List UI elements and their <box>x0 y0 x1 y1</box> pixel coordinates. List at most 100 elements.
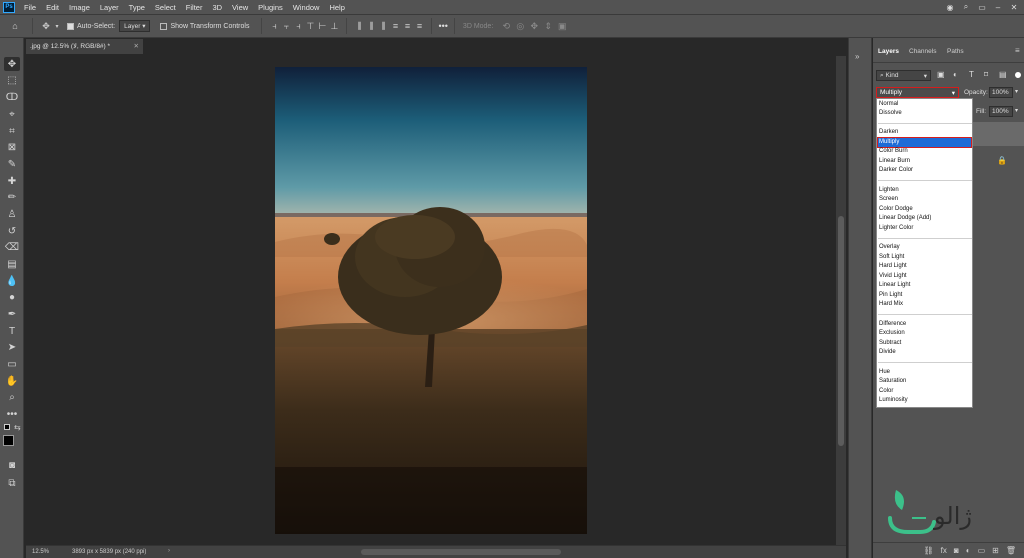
blend-option-darken[interactable]: Darken <box>878 128 971 137</box>
history-brush-tool-icon[interactable]: ↺ <box>4 224 20 238</box>
edit-toolbar-icon[interactable]: ••• <box>4 407 20 421</box>
distribute-left-icon[interactable]: ⫼ <box>353 21 365 32</box>
frame-tool-icon[interactable]: ⊠ <box>4 140 20 154</box>
menu-image[interactable]: Image <box>64 3 95 12</box>
delete-layer-icon[interactable]: 🗑 <box>1006 546 1016 555</box>
add-mask-icon[interactable]: ◙ <box>954 546 959 555</box>
document-canvas[interactable] <box>275 67 587 534</box>
move-tool-icon[interactable]: ✥ <box>39 21 53 32</box>
new-layer-icon[interactable]: ⊞ <box>992 546 999 555</box>
document-tab[interactable]: ‏.jpg @ 12.5% (لا, RGB/8#) * ✕ <box>26 39 143 54</box>
blend-option-dissolve[interactable]: Dissolve <box>878 109 971 118</box>
blend-mode-dropdown[interactable]: Multiply ▾ <box>876 87 959 98</box>
distribute-top-icon[interactable]: ≡ <box>389 21 401 31</box>
3d-slide-icon[interactable]: ⇕ <box>541 21 555 32</box>
menu-filter[interactable]: Filter <box>181 3 208 12</box>
foreground-color-swatch[interactable] <box>3 435 14 446</box>
fill-chevron-icon[interactable]: ▾ <box>1015 107 1018 114</box>
blend-option-saturation[interactable]: Saturation <box>878 377 971 386</box>
path-selection-tool-icon[interactable]: ➤ <box>4 340 20 354</box>
menu-select[interactable]: Select <box>150 3 181 12</box>
menu-window[interactable]: Window <box>288 3 325 12</box>
filter-type-icon[interactable]: T <box>969 70 974 79</box>
auto-select-dropdown[interactable]: Layer ▾ <box>119 20 151 32</box>
home-icon[interactable]: ⌂ <box>4 21 26 31</box>
filter-pixel-icon[interactable]: ▣ <box>937 70 945 79</box>
blend-option-color-dodge[interactable]: Color Dodge <box>878 205 971 214</box>
scrollbar-thumb[interactable] <box>838 216 844 446</box>
fill-input[interactable]: 100% <box>989 106 1013 117</box>
eyedropper-tool-icon[interactable]: ✎ <box>4 157 20 171</box>
menu-layer[interactable]: Layer <box>95 3 124 12</box>
pen-tool-icon[interactable]: ✒ <box>4 307 20 321</box>
filter-toggle-icon[interactable] <box>1015 72 1021 78</box>
blend-option-lighten[interactable]: Lighten <box>878 186 971 195</box>
zoom-tool-icon[interactable]: ⌕ <box>4 390 20 404</box>
tab-channels[interactable]: Channels <box>909 48 936 55</box>
hand-tool-icon[interactable]: ✋ <box>4 374 20 388</box>
show-transform-checkbox[interactable] <box>160 22 168 30</box>
align-center-icon[interactable]: ⫟ <box>280 21 292 32</box>
menu-file[interactable]: File <box>19 3 41 12</box>
close-document-icon[interactable]: ✕ <box>134 42 139 50</box>
adjustment-layer-icon[interactable]: ◐ <box>966 546 971 555</box>
blend-option-difference[interactable]: Difference <box>878 320 971 329</box>
gradient-tool-icon[interactable]: ▤ <box>4 257 20 271</box>
menu-3d[interactable]: 3D <box>207 3 227 12</box>
status-menu-chevron-icon[interactable]: › <box>168 548 170 554</box>
quick-mask-icon[interactable]: ◙ <box>4 458 20 472</box>
align-left-icon[interactable]: ⫞ <box>268 21 280 32</box>
menu-help[interactable]: Help <box>324 3 349 12</box>
menu-type[interactable]: Type <box>124 3 150 12</box>
move-tool-icon[interactable]: ✥ <box>4 57 20 71</box>
blend-option-linear-burn[interactable]: Linear Burn <box>878 157 971 166</box>
blend-option-hue[interactable]: Hue <box>878 368 971 377</box>
3d-orbit-icon[interactable]: ⟲ <box>499 21 513 32</box>
opacity-input[interactable]: 100% <box>989 87 1013 98</box>
auto-select-checkbox[interactable] <box>67 22 74 30</box>
blend-option-exclusion[interactable]: Exclusion <box>878 329 971 338</box>
screen-mode-icon[interactable]: ⧉ <box>4 476 20 490</box>
dodge-tool-icon[interactable]: ● <box>4 290 20 304</box>
swap-colors-icon[interactable]: ⇆ <box>14 423 21 432</box>
type-tool-icon[interactable]: T <box>4 324 20 338</box>
blend-option-screen[interactable]: Screen <box>878 195 971 204</box>
blend-option-lighter-color[interactable]: Lighter Color <box>878 224 971 233</box>
quick-select-tool-icon[interactable]: ⌖ <box>4 107 20 121</box>
tab-paths[interactable]: Paths <box>947 48 964 55</box>
lasso-tool-icon[interactable]: ↀ <box>4 90 20 104</box>
tab-layers[interactable]: Layers <box>878 48 899 55</box>
clone-stamp-tool-icon[interactable]: ♙ <box>4 207 20 221</box>
blend-option-hard-light[interactable]: Hard Light <box>878 262 971 271</box>
blend-option-soft-light[interactable]: Soft Light <box>878 253 971 262</box>
zoom-level[interactable]: 12.5% <box>32 549 49 555</box>
eraser-tool-icon[interactable]: ⌫ <box>4 240 20 254</box>
vertical-scrollbar[interactable] <box>836 56 846 545</box>
layer-style-icon[interactable]: fx <box>941 546 947 555</box>
blend-option-pin-light[interactable]: Pin Light <box>878 291 971 300</box>
rectangle-tool-icon[interactable]: ▭ <box>4 357 20 371</box>
blend-option-linear-light[interactable]: Linear Light <box>878 281 971 290</box>
link-layers-icon[interactable]: ⛓ <box>924 546 934 555</box>
distribute-middle-icon[interactable]: ≡ <box>401 21 413 31</box>
blend-option-normal[interactable]: Normal <box>878 100 971 109</box>
align-right-icon[interactable]: ⫞ <box>292 21 304 32</box>
horizontal-scrollbar[interactable] <box>361 549 561 555</box>
layer-row-highlight[interactable] <box>973 122 1024 146</box>
blend-option-overlay[interactable]: Overlay <box>878 243 971 252</box>
close-icon[interactable]: ✕ <box>1004 0 1024 14</box>
blend-option-divide[interactable]: Divide <box>878 348 971 357</box>
collapse-panels-icon[interactable]: » <box>855 52 859 61</box>
menu-plugins[interactable]: Plugins <box>253 3 288 12</box>
align-top-icon[interactable]: ⊤ <box>304 21 316 32</box>
blend-option-vivid-light[interactable]: Vivid Light <box>878 272 971 281</box>
new-group-icon[interactable]: ▭ <box>978 546 986 555</box>
blend-option-multiply[interactable]: Multiply <box>877 137 972 148</box>
blend-option-color-burn[interactable]: Color Burn <box>878 147 971 156</box>
distribute-right-icon[interactable]: ⫼ <box>377 21 389 32</box>
filter-smart-object-icon[interactable]: ▤ <box>999 70 1007 79</box>
marquee-tool-icon[interactable]: ⬚ <box>4 73 20 87</box>
menu-edit[interactable]: Edit <box>41 3 64 12</box>
brush-tool-icon[interactable]: ✏ <box>4 190 20 204</box>
distribute-bottom-icon[interactable]: ≡ <box>413 21 425 31</box>
